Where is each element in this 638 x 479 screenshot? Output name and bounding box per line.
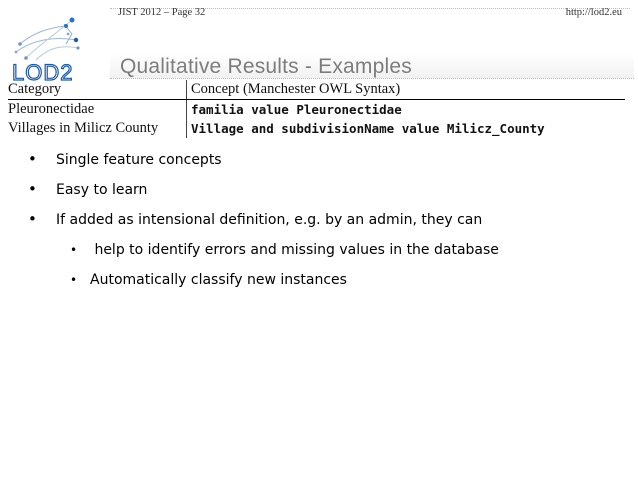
bullet-icon: •: [28, 210, 37, 228]
table-row: Pleuronectidae familia value Pleuronecti…: [8, 99, 625, 119]
sub-bullet-icon: •: [70, 243, 78, 257]
table-header-row: Category Concept (Manchester OWL Syntax): [8, 80, 625, 100]
bullet-text: If added as intensional definition, e.g.…: [56, 212, 483, 228]
bullet-icon: •: [28, 180, 37, 198]
lod2-logo-icon: LOD2: [11, 17, 80, 86]
sub-bullet-text: help to identify errors and missing valu…: [90, 242, 499, 258]
header-url: http://lod2.eu: [565, 7, 622, 18]
header-page-label: JIST 2012 – Page 32: [118, 7, 206, 18]
table-header-category: Category: [8, 80, 187, 100]
concept-table: Category Concept (Manchester OWL Syntax)…: [8, 80, 625, 138]
bullet-icon: •: [28, 150, 37, 168]
sub-bullet-icon: •: [70, 273, 78, 287]
table-header-concept: Concept (Manchester OWL Syntax): [186, 80, 625, 100]
bullet-text: Easy to learn: [56, 182, 148, 198]
slide-title: Qualitative Results - Examples: [120, 55, 412, 78]
table-row: Villages in Milicz County Village and su…: [8, 119, 625, 138]
bullet-text: Single feature concepts: [56, 152, 222, 168]
sub-bullet-text: Automatically classify new instances: [90, 272, 347, 288]
table-cell-category: Pleuronectidae: [8, 99, 187, 119]
table-cell-category: Villages in Milicz County: [8, 119, 187, 138]
table-cell-concept: familia value Pleuronectidae: [191, 102, 402, 117]
table-cell-concept: Village and subdivisionName value Milicz…: [191, 121, 545, 136]
